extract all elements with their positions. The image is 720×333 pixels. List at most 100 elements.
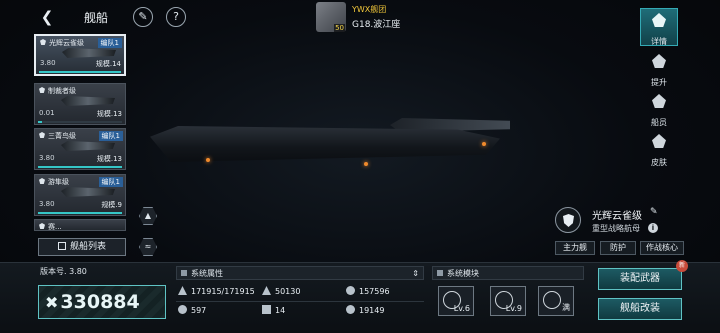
equip-weapons-button[interactable]: 装配武器: [598, 268, 682, 290]
ship-class-label: 游隼级: [48, 178, 69, 186]
engine-module-icon: [543, 291, 561, 309]
role-tag: 作战核心: [640, 241, 684, 255]
ship-list-label: 舰船列表: [69, 242, 106, 252]
engine-glow: [364, 162, 368, 166]
ship-progress-bar: [39, 71, 121, 73]
ship-type: 重型战略航母: [592, 224, 640, 233]
ship-scale: 规模.14: [95, 60, 121, 68]
details-icon: [652, 13, 666, 27]
speed-icon: [262, 305, 271, 314]
crossed-swords-icon: ✖: [45, 293, 59, 312]
section-icon: [437, 270, 443, 276]
stat-armor: 50130: [262, 284, 300, 300]
ship-thumbnail: [62, 48, 116, 58]
ship-scale: 规模.13: [96, 110, 122, 118]
back-button[interactable]: ❮: [38, 8, 56, 26]
shield-icon: [563, 214, 574, 227]
stat-value: 157596: [359, 287, 390, 296]
tab-upgrade[interactable]: 提升: [640, 50, 678, 88]
tab-label: 船员: [651, 118, 667, 127]
ship-class-label: 赛...: [48, 223, 62, 231]
stat-value: 14: [275, 306, 286, 315]
upgrade-icon: [652, 54, 666, 68]
ship-class-icon: [40, 39, 46, 45]
ship-cost: 3.80: [40, 59, 56, 67]
help-button[interactable]: ?: [166, 7, 186, 27]
fleet-name: YWX舰团: [352, 5, 387, 14]
module-level: Lv.6: [453, 304, 470, 313]
tab-details[interactable]: 详情: [640, 8, 678, 46]
ship-class-icon: [39, 223, 45, 229]
tab-crew[interactable]: 船员: [640, 90, 678, 128]
ship-class-icon: [39, 87, 45, 93]
ship-scale: 规模.9: [101, 201, 122, 209]
ship-progress-bar: [38, 121, 122, 123]
role-tag: 主力舰: [555, 241, 595, 255]
ship-class-icon: [39, 132, 45, 138]
ship-card[interactable]: 制裁者级 0.01 规模.13: [34, 83, 126, 125]
module-slot[interactable]: Lv.9: [490, 286, 526, 316]
stat-shield: 157596: [346, 284, 390, 300]
section-icon: [181, 270, 187, 276]
tab-label: 皮肤: [651, 158, 667, 167]
ship-class-label: 制裁者级: [48, 87, 76, 95]
module-slot[interactable]: Lv.6: [438, 286, 474, 316]
ship-card[interactable]: 赛...: [34, 219, 126, 231]
team-badge: 编队1: [98, 131, 123, 141]
tab-label: 提升: [651, 78, 667, 87]
stat-speed: 14: [262, 303, 285, 319]
ship-cost: 3.80: [39, 200, 55, 208]
fleet-avatar[interactable]: 50: [316, 2, 346, 32]
ship-thumbnail: [61, 96, 115, 106]
engine-glow: [482, 142, 486, 146]
engine-glow: [206, 158, 210, 162]
ship-name: 光辉云雀级: [592, 211, 642, 222]
ship-cost: 3.80: [39, 154, 55, 162]
skin-icon: [652, 134, 666, 148]
system-modules-header: 系统模块: [432, 266, 584, 280]
crew-icon: [652, 94, 666, 108]
stat-energy: 597: [178, 303, 206, 319]
combat-power-value: 330884: [60, 291, 140, 313]
new-badge: 新: [676, 260, 688, 272]
module-slot[interactable]: 满: [538, 286, 574, 316]
ship-class-label: 三菁鸟级: [48, 132, 76, 140]
info-icon[interactable]: i: [648, 223, 658, 233]
stat-value: 171915/171915: [191, 287, 255, 296]
ship-card[interactable]: 三菁鸟级 编队1 3.80 规模.13: [34, 128, 126, 170]
ship-model[interactable]: [130, 108, 540, 188]
stat-value: 50130: [275, 287, 301, 296]
system-attributes-title: 系统属性: [191, 269, 223, 278]
fleet-location: G18.波江座: [352, 20, 401, 30]
ship-card[interactable]: 游隼级 编队1 3.80 规模.9: [34, 174, 126, 216]
module-level: 满: [562, 303, 570, 312]
stats-divider: [176, 301, 424, 302]
ship-class-icon: [39, 178, 45, 184]
ship-card[interactable]: 光辉云雀级 编队1 3.80 规模.14: [34, 34, 126, 76]
ship-thumbnail: [61, 187, 115, 197]
team-badge: 编队1: [97, 38, 122, 48]
ship-model-hull: [150, 126, 500, 162]
ship-scale: 规模.13: [96, 155, 122, 163]
fleet-level: 50: [334, 24, 345, 32]
armor-icon: [262, 286, 271, 295]
stat-hp: 171915/171915: [178, 284, 255, 300]
role-tag: 防护: [600, 241, 636, 255]
ship-modify-button[interactable]: 舰船改装: [598, 298, 682, 320]
system-modules-title: 系统模块: [447, 269, 479, 278]
sort-icon[interactable]: ⇕: [412, 267, 419, 281]
ship-list-button[interactable]: 舰船列表: [38, 238, 126, 256]
system-attributes-header[interactable]: 系统属性 ⇕: [176, 266, 424, 280]
paint-button[interactable]: ✎: [133, 7, 153, 27]
energy-icon: [178, 305, 187, 314]
hp-icon: [178, 286, 187, 295]
combat-power: ✖ 330884: [38, 285, 166, 319]
ship-cost: 0.01: [39, 109, 55, 117]
edit-name-icon[interactable]: ✎: [650, 207, 658, 217]
ship-thumbnail: [61, 141, 115, 151]
tab-skin[interactable]: 皮肤: [640, 130, 678, 168]
ship-progress-bar: [38, 166, 122, 168]
module-level: Lv.9: [505, 304, 522, 313]
stat-value: 597: [191, 306, 207, 315]
shield-stat-icon: [346, 286, 355, 295]
